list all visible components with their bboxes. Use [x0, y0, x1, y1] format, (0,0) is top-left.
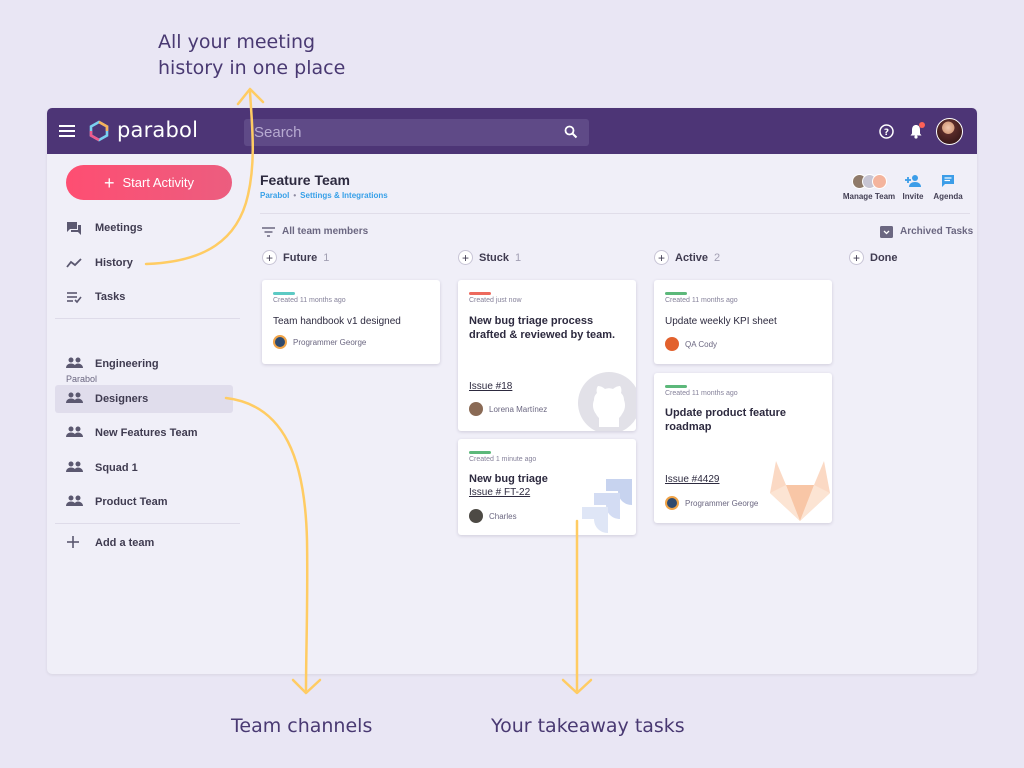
history-arrow [144, 90, 255, 266]
channels-arrow [224, 396, 309, 692]
annotation-arrows [144, 87, 593, 695]
